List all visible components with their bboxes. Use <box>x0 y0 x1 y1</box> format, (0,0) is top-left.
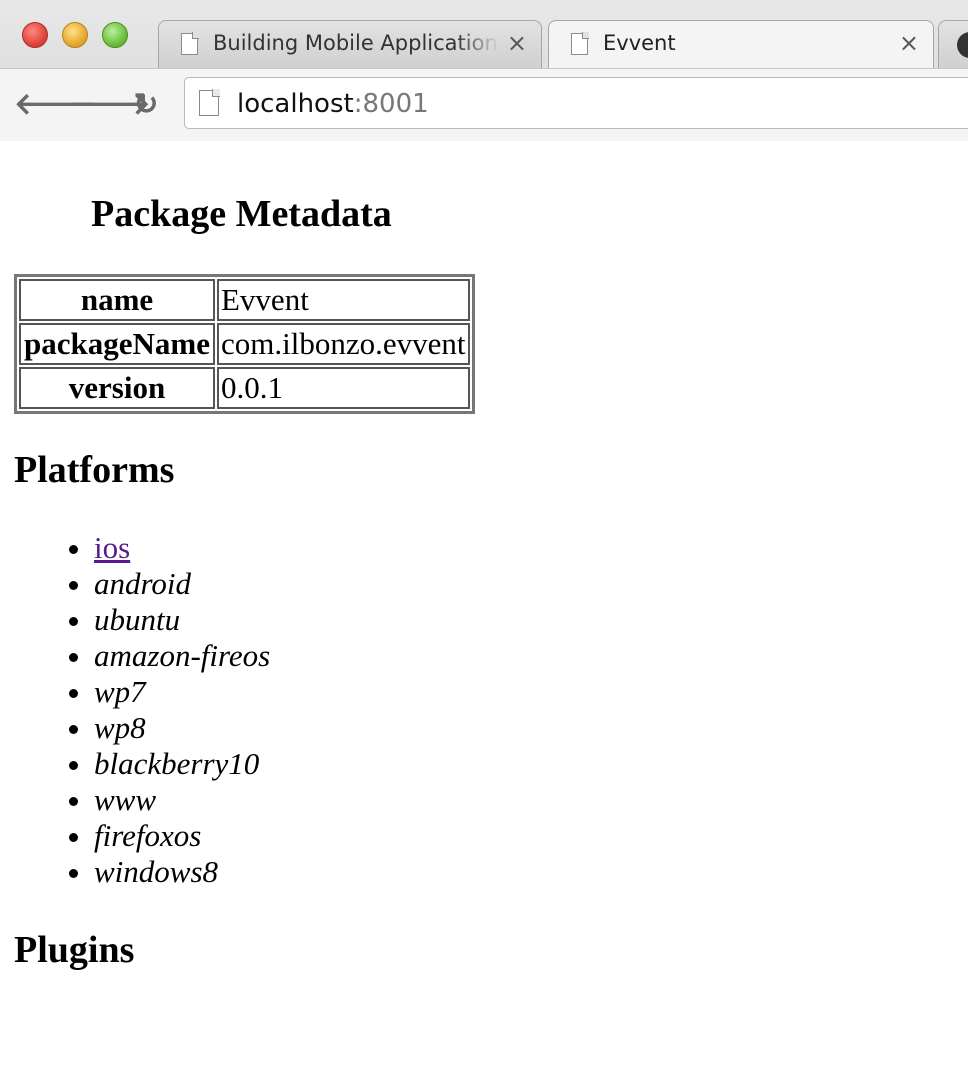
table-row: name Evvent <box>19 279 470 321</box>
address-bar[interactable]: localhost:8001 <box>184 77 968 129</box>
zoom-window-button[interactable] <box>102 22 128 48</box>
list-item: amazon-fireos <box>94 638 270 674</box>
platforms-list: ios android ubuntu amazon-fireos wp7 wp8… <box>14 530 270 890</box>
list-item: firefoxos <box>94 818 270 854</box>
tab-evvent[interactable]: Evvent × <box>548 20 934 70</box>
table-row: packageName com.ilbonzo.evvent <box>19 323 470 365</box>
tab-title: Building Mobile Application <box>213 31 498 55</box>
platform-link-ios[interactable]: ios <box>94 530 130 565</box>
metadata-value: com.ilbonzo.evvent <box>217 323 470 365</box>
list-item: wp7 <box>94 674 270 710</box>
list-item: android <box>94 566 270 602</box>
browser-chrome: Building Mobile Application × Evvent × 🡐… <box>0 0 968 141</box>
metadata-key: packageName <box>19 323 215 365</box>
metadata-value: Evvent <box>217 279 470 321</box>
metadata-key: name <box>19 279 215 321</box>
list-item: ios <box>94 530 270 566</box>
document-icon <box>181 32 199 55</box>
tab-title: Evvent <box>603 31 676 55</box>
browser-toolbar: 🡐 🡒 ↻ localhost:8001 <box>0 68 968 141</box>
page-icon <box>199 89 220 116</box>
tab-partial[interactable] <box>938 20 968 68</box>
plugins-heading: Plugins <box>14 929 135 971</box>
minimize-window-button[interactable] <box>62 22 88 48</box>
close-tab-icon[interactable]: × <box>899 29 919 57</box>
package-metadata-heading: Package Metadata <box>91 193 392 235</box>
url-text[interactable]: localhost:8001 <box>237 89 429 119</box>
back-arrow-icon[interactable]: 🡐 <box>14 87 94 123</box>
list-item: ubuntu <box>94 602 270 638</box>
list-item: blackberry10 <box>94 746 270 782</box>
close-tab-icon[interactable]: × <box>507 29 527 57</box>
list-item: wp8 <box>94 710 270 746</box>
metadata-key: version <box>19 367 215 409</box>
metadata-table: name Evvent packageName com.ilbonzo.evve… <box>14 274 475 414</box>
table-row: version 0.0.1 <box>19 367 470 409</box>
document-icon <box>571 32 589 55</box>
list-item: www <box>94 782 270 818</box>
reload-icon[interactable]: ↻ <box>128 87 164 123</box>
metadata-value: 0.0.1 <box>217 367 470 409</box>
close-window-button[interactable] <box>22 22 48 48</box>
platforms-heading: Platforms <box>14 449 175 491</box>
tab-building-mobile-applications[interactable]: Building Mobile Application × <box>158 20 542 68</box>
github-icon <box>957 32 968 58</box>
forward-arrow-icon[interactable]: 🡒 <box>70 87 150 123</box>
list-item: windows8 <box>94 854 270 890</box>
